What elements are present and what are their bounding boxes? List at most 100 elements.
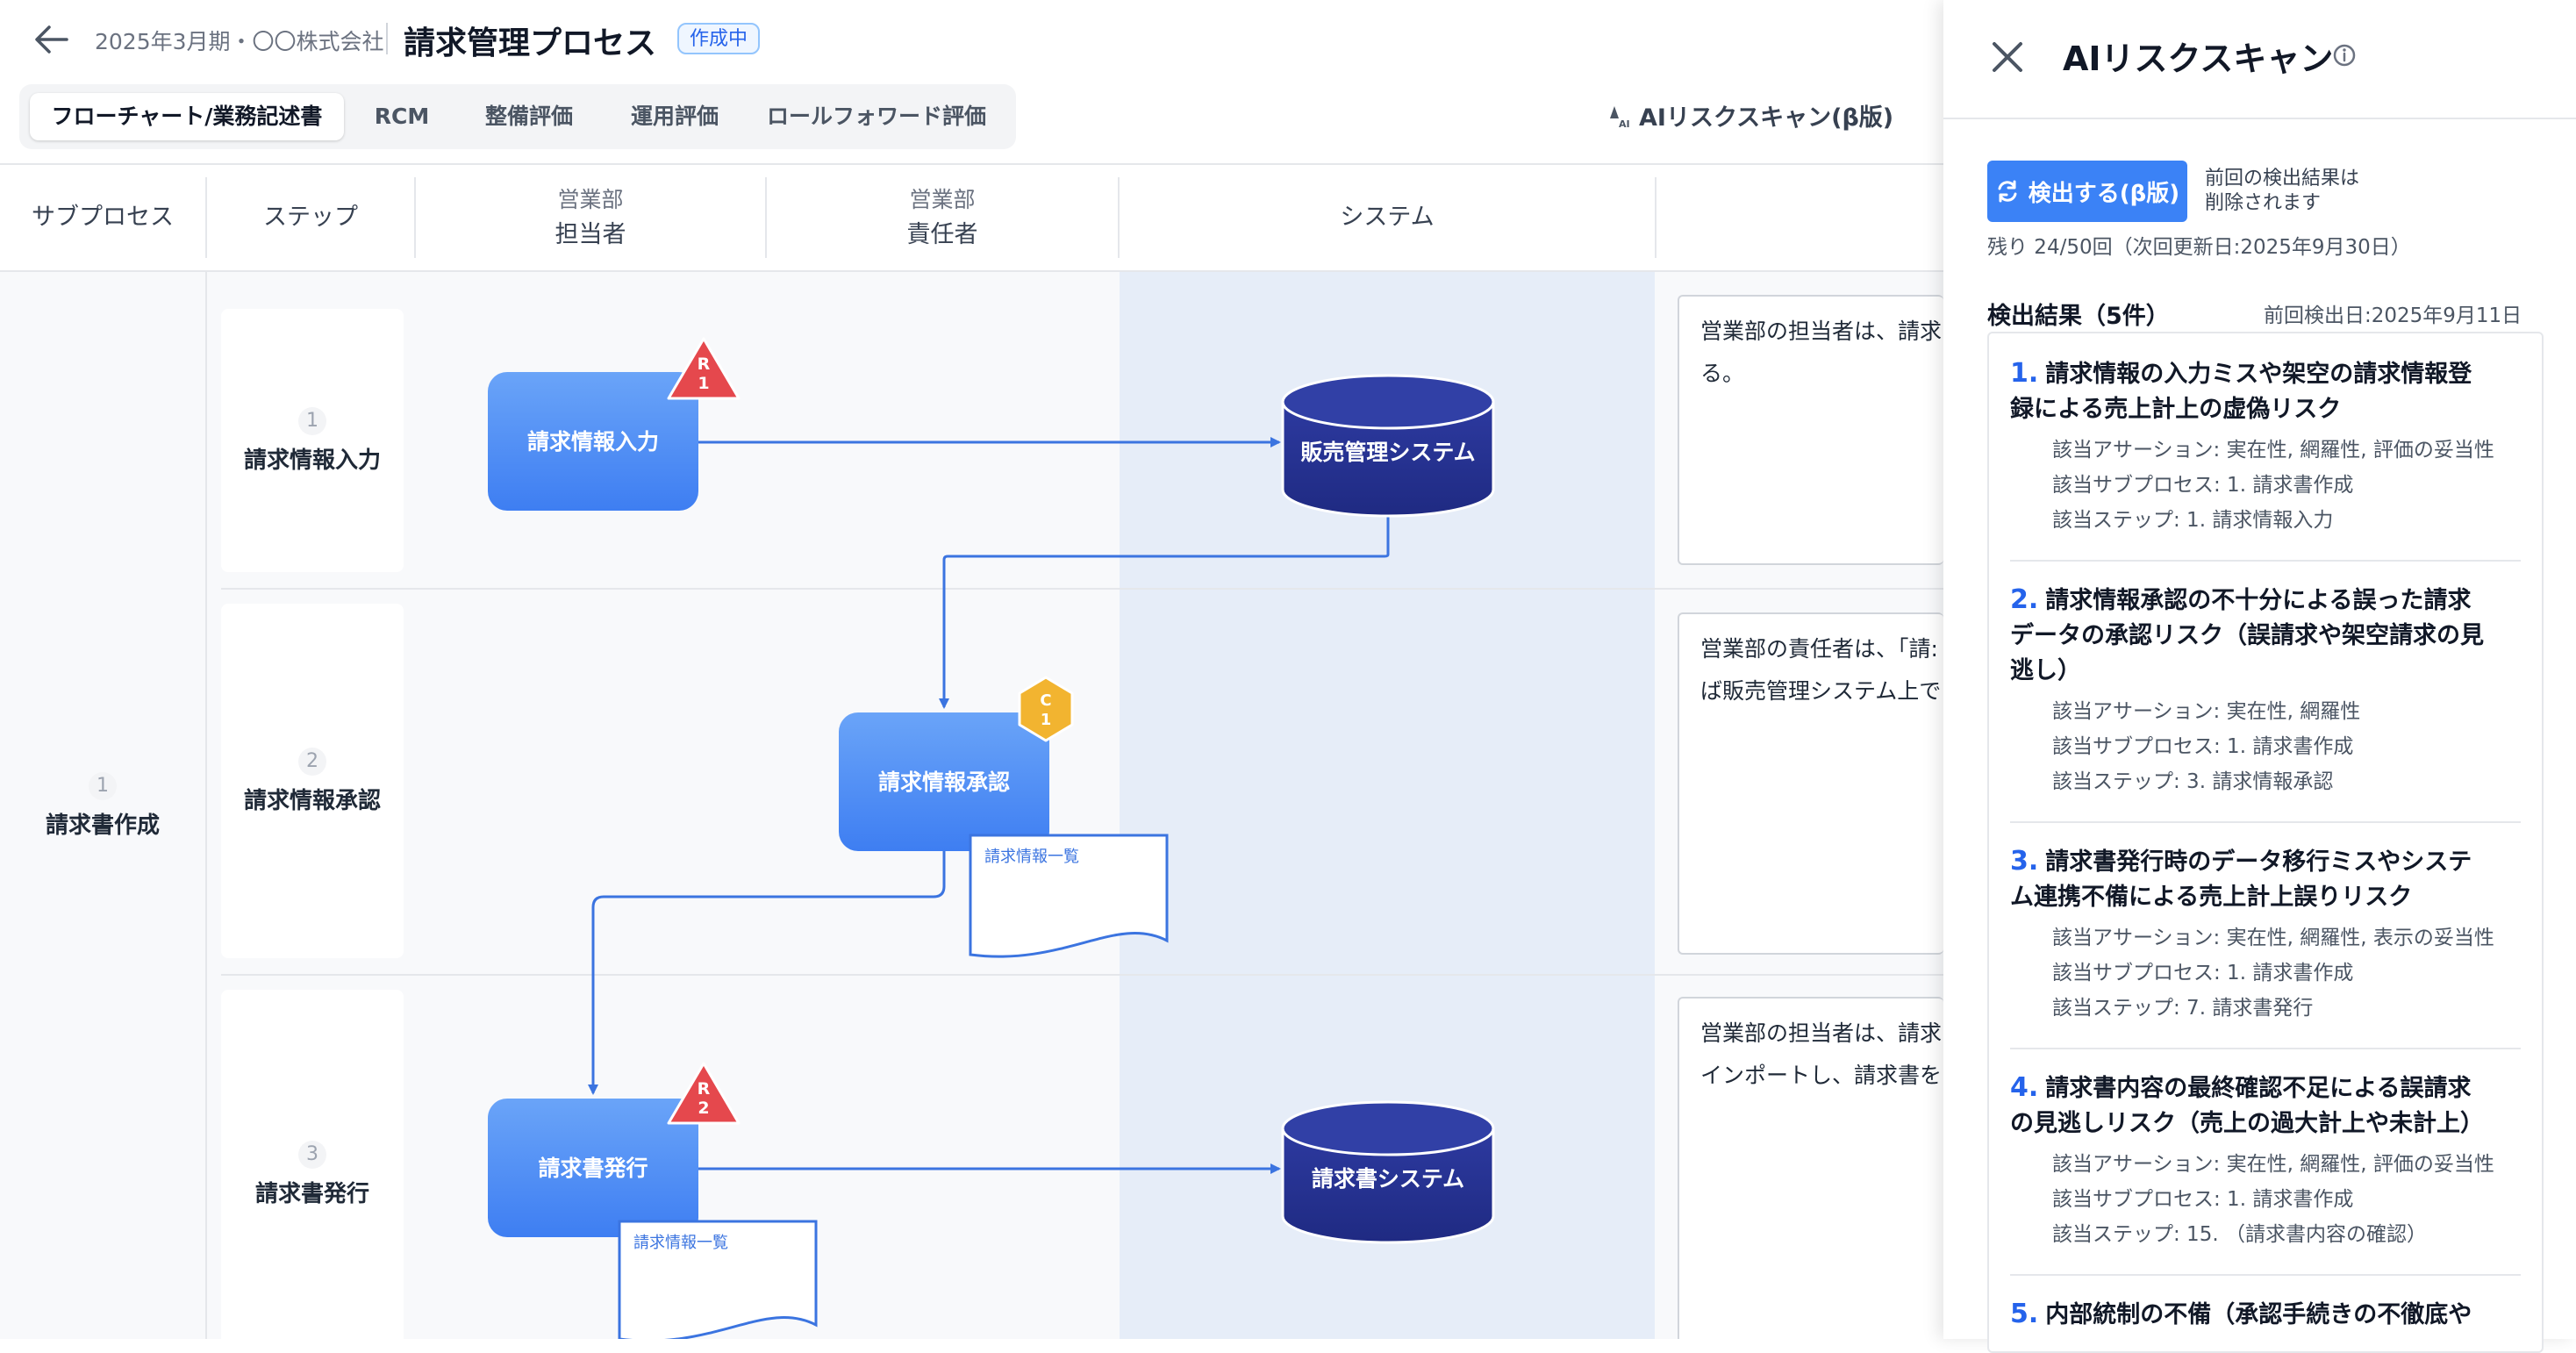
scan-button-label: 検出する(β版) <box>2028 180 2180 207</box>
risk-badge-number: 1 <box>698 374 709 393</box>
col-sales-manager-label: 責任者 <box>906 221 978 248</box>
process-node-1[interactable]: 請求情報入力 <box>488 372 698 511</box>
tab-design-evaluation[interactable]: 整備評価 <box>463 93 595 140</box>
ai-sparkle-icon: AI <box>1610 105 1630 129</box>
result-title-line: 請求情報承認の不十分による誤った請求 <box>2045 587 2472 614</box>
result-title-line: 請求情報の入力ミスや架空の請求情報登 <box>2045 361 2472 388</box>
process-node-label: 請求情報承認 <box>878 770 1010 795</box>
last-scan-date: 前回検出日:2025年9月11日 <box>2264 304 2522 327</box>
col-subprocess: サブプロセス <box>0 177 205 258</box>
ai-risk-scan-label: AIリスクスキャン(β版) <box>1639 104 1894 132</box>
result-number: 4. <box>2010 1072 2039 1103</box>
remaining-count: 残り 24/50回（次回更新日:2025年9月30日） <box>1987 236 2411 259</box>
result-assertion: 該当アサーション: 実在性, 網羅性, 評価の妥当性 <box>2052 1153 2494 1176</box>
result-title-line: ム連携不備による売上計上誤りリスク <box>2010 884 2413 911</box>
result-title-line: 請求書発行時のデータ移行ミスやシステ <box>2045 848 2472 876</box>
result-title-line: 逃し） <box>2010 657 2081 684</box>
document-node-1[interactable]: 請求情報一覧 <box>969 834 1169 958</box>
control-badge-letter: C <box>1040 691 1051 710</box>
result-divider <box>2010 1048 2521 1049</box>
risk-badge-r1[interactable]: R 1 <box>667 337 741 400</box>
document-label: 請求情報一覧 <box>984 848 1079 866</box>
col-sales-staff-dept: 営業部 <box>557 187 624 212</box>
page-title: 請求管理プロセス <box>404 25 657 61</box>
connector-process2-process3 <box>588 851 946 1095</box>
result-title-line: 内部統制の不備（承認手続きの不徹底や <box>2045 1301 2472 1328</box>
panel-title: AIリスクスキャン <box>2063 39 2334 78</box>
col-sales-staff-label: 担当者 <box>555 221 626 248</box>
app-header: 2025年3月期・〇〇株式会社 請求管理プロセス 作成中 フローチャート/業務記… <box>0 0 1943 165</box>
risk-badge-number: 2 <box>698 1099 709 1118</box>
info-button[interactable] <box>2332 43 2357 71</box>
result-title: 2. 請求情報承認の不十分による誤った請求 <box>2010 583 2519 619</box>
result-subprocess: 該当サブプロセス: 1. 請求書作成 <box>2052 962 2354 984</box>
result-divider <box>2010 560 2521 562</box>
result-item-4[interactable]: 4. 請求書内容の最終確認不足による誤請求 の見逃しリスク（売上の過大計上や未計上… <box>2010 1070 2519 1252</box>
scan-warning-line: 前回の検出結果は <box>2205 168 2360 190</box>
result-title-line: 録による売上計上の虚偽リスク <box>2010 396 2342 423</box>
result-step: 該当ステップ: 15. （請求書内容の確認） <box>2052 1223 2427 1246</box>
result-title-line: データの承認リスク（誤請求や架空請求の見 <box>2010 622 2484 649</box>
document-node-2[interactable]: 請求情報一覧 <box>618 1220 818 1339</box>
result-subprocess: 該当サブプロセス: 1. 請求書作成 <box>2052 474 2354 497</box>
back-button[interactable] <box>25 18 77 61</box>
risk-badge-letter: R <box>698 354 711 374</box>
result-title: 3. 請求書発行時のデータ移行ミスやシステ <box>2010 844 2519 880</box>
result-step: 該当ステップ: 7. 請求書発行 <box>2052 997 2314 1020</box>
panel-header: AIリスクスキャン <box>1943 0 2576 119</box>
close-button[interactable] <box>1987 37 2028 77</box>
system-db-node-1[interactable]: 販売管理システム <box>1281 374 1495 518</box>
result-divider <box>2010 821 2521 823</box>
process-node-label: 請求情報入力 <box>527 429 659 455</box>
result-title: 1. 請求情報の入力ミスや架空の請求情報登 <box>2010 356 2519 392</box>
tab-operation-evaluation[interactable]: 運用評価 <box>609 93 741 140</box>
flowchart-body: 1 請求書作成 1 請求情報入力 2 請求情報承認 3 請求書発行 営業部の担当… <box>0 272 1943 1339</box>
tab-rollforward-evaluation[interactable]: ロールフォワード評価 <box>758 93 995 140</box>
result-item-5[interactable]: 5. 内部統制の不備（承認手続きの不徹底や <box>2010 1297 2519 1333</box>
control-badge-number: 1 <box>1041 711 1052 729</box>
breadcrumb[interactable]: 2025年3月期・〇〇株式会社 <box>95 25 384 56</box>
results-list[interactable]: 1. 請求情報の入力ミスや架空の請求情報登 録による売上計上の虚偽リスク 該当アサ… <box>1987 332 2544 1353</box>
system-db-node-2[interactable]: 請求書システム <box>1281 1100 1495 1244</box>
result-step: 該当ステップ: 1. 請求情報入力 <box>2052 509 2334 532</box>
result-number: 5. <box>2010 1299 2039 1329</box>
result-assertion: 該当アサーション: 実在性, 網羅性, 表示の妥当性 <box>2052 927 2494 949</box>
process-node-label: 請求書発行 <box>538 1156 648 1181</box>
result-item-3[interactable]: 3. 請求書発行時のデータ移行ミスやシステ ム連携不備による売上計上誤りリスク 該… <box>2010 844 2519 1026</box>
process-node-3[interactable]: 請求書発行 <box>488 1099 698 1237</box>
connector-db1-process2 <box>939 514 1390 709</box>
scan-warning: 前回の検出結果は 削除されます <box>2205 167 2359 216</box>
col-step: ステップ <box>207 177 414 258</box>
arrow-left-icon <box>35 25 68 54</box>
result-item-2[interactable]: 2. 請求情報承認の不十分による誤った請求 データの承認リスク（誤請求や架空請求の… <box>2010 583 2519 799</box>
table-header: サブプロセス ステップ 営業部 担当者 営業部 責任者 システム <box>0 165 1943 272</box>
flowchart-canvas: 請求情報入力 R 1 販売管理システム 請求情報承認 C 1 請求情報一覧 請求… <box>488 337 1495 1339</box>
result-assertion: 該当アサーション: 実在性, 網羅性 <box>2052 700 2361 723</box>
refresh-icon <box>1998 180 2017 203</box>
process-node-2[interactable]: 請求情報承認 <box>839 712 1049 851</box>
result-subprocess: 該当サブプロセス: 1. 請求書作成 <box>2052 1188 2354 1211</box>
result-title-line: の見逃しリスク（売上の過大計上や未計上） <box>2010 1110 2484 1137</box>
result-item-1[interactable]: 1. 請求情報の入力ミスや架空の請求情報登 録による売上計上の虚偽リスク 該当アサ… <box>2010 356 2519 538</box>
document-label: 請求情報一覧 <box>633 1234 728 1252</box>
tab-bar: フローチャート/業務記述書 RCM 整備評価 運用評価 ロールフォワード評価 <box>19 84 1016 149</box>
result-step: 該当ステップ: 3. 請求情報承認 <box>2052 770 2334 793</box>
scan-warning-line: 削除されます <box>2205 192 2322 214</box>
tab-flowchart[interactable]: フローチャート/業務記述書 <box>30 93 344 140</box>
result-assertion: 該当アサーション: 実在性, 網羅性, 評価の妥当性 <box>2052 439 2494 462</box>
risk-badge-r2[interactable]: R 2 <box>667 1062 741 1125</box>
system-db-label: 販売管理システム <box>1300 440 1475 465</box>
col-sales-staff: 営業部 担当者 <box>416 177 765 258</box>
result-divider <box>2010 1274 2521 1276</box>
scan-button[interactable]: 検出する(β版) <box>1987 161 2187 222</box>
col-step-label: ステップ <box>263 204 358 231</box>
result-title: 5. 内部統制の不備（承認手続きの不徹底や <box>2010 1297 2519 1333</box>
result-number: 1. <box>2010 358 2039 389</box>
tab-rcm[interactable]: RCM <box>356 93 447 140</box>
col-sales-manager: 営業部 責任者 <box>767 177 1118 258</box>
close-icon <box>1993 42 2022 72</box>
ai-risk-scan-link[interactable]: AI AIリスクスキャン(β版) <box>1606 98 1893 132</box>
result-title-line: 請求書内容の最終確認不足による誤請求 <box>2045 1075 2472 1102</box>
col-subprocess-label: サブプロセス <box>32 204 174 231</box>
system-db-label: 請求書システム <box>1312 1166 1464 1192</box>
